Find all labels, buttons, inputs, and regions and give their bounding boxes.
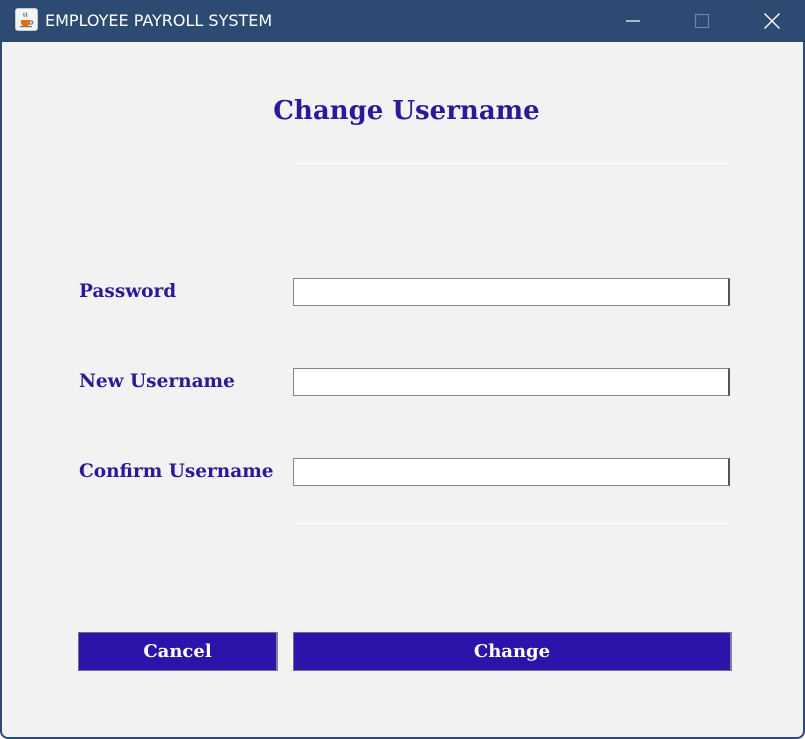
close-icon — [764, 13, 780, 29]
page-title: Change Username — [2, 96, 803, 126]
maximize-icon — [694, 13, 710, 29]
bottom-separator — [293, 523, 732, 524]
page-title-text: Change Username — [273, 96, 540, 126]
java-cup-icon — [15, 8, 38, 31]
top-separator — [293, 163, 732, 164]
window-title: EMPLOYEE PAYROLL SYSTEM — [45, 11, 273, 30]
new-username-label: New Username — [79, 371, 235, 392]
change-button[interactable]: Change — [293, 632, 732, 671]
password-field[interactable] — [293, 278, 730, 306]
minimize-button[interactable] — [598, 0, 668, 42]
new-username-field[interactable] — [293, 368, 730, 396]
minimize-icon — [626, 20, 640, 22]
app-window: EMPLOYEE PAYROLL SYSTEM Change Username … — [0, 0, 805, 739]
password-label: Password — [79, 281, 177, 302]
cancel-button[interactable]: Cancel — [78, 632, 278, 671]
maximize-button[interactable] — [667, 0, 737, 42]
title-bar[interactable]: EMPLOYEE PAYROLL SYSTEM — [2, 0, 803, 42]
confirm-username-label: Confirm Username — [79, 461, 274, 482]
close-button[interactable] — [737, 0, 803, 42]
confirm-username-field[interactable] — [293, 458, 730, 486]
